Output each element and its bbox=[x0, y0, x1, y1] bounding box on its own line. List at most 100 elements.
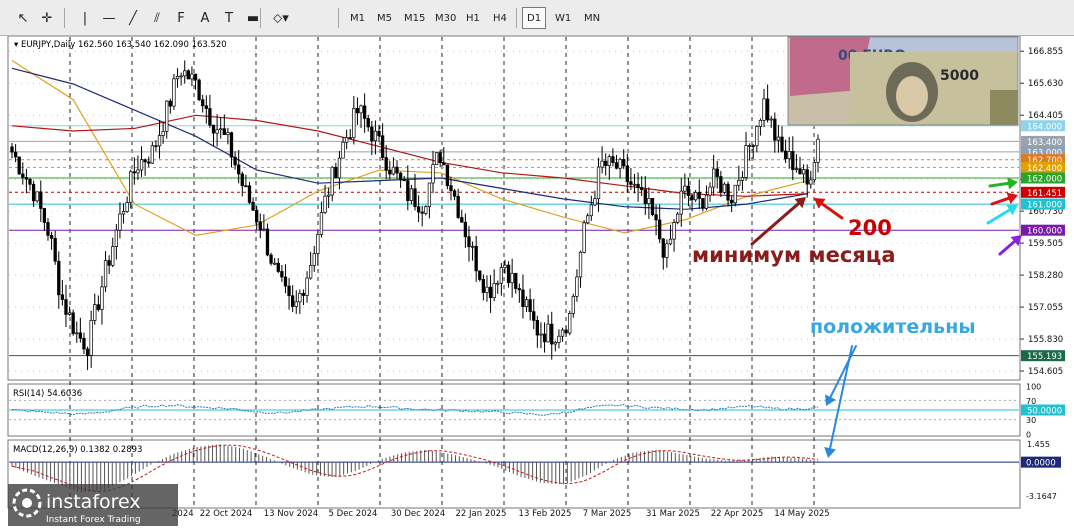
timeframe-mn-button[interactable]: MN bbox=[580, 7, 604, 29]
timeframe-m1-button[interactable]: M1 bbox=[346, 7, 369, 29]
candle-body bbox=[326, 194, 331, 197]
macd-label: MACD(12,26,9) 0.1382 0.2893 bbox=[13, 445, 142, 455]
candle-body bbox=[89, 320, 93, 356]
candle-body bbox=[708, 186, 712, 196]
candle-body bbox=[409, 188, 414, 201]
candle-body bbox=[683, 185, 687, 192]
candle-body bbox=[420, 211, 424, 214]
toolbar-separator bbox=[64, 8, 65, 28]
timeframe-w1-button[interactable]: W1 bbox=[551, 7, 575, 29]
candle-body bbox=[586, 215, 590, 224]
candle-body bbox=[593, 198, 597, 206]
candle-body bbox=[60, 294, 65, 300]
x-axis-date-label: 5 Dec 2024 bbox=[329, 509, 378, 519]
text-icon[interactable]: A bbox=[194, 7, 216, 29]
candle-body bbox=[611, 156, 615, 163]
candle-body bbox=[93, 304, 97, 321]
x-axis-date-label: 14 May 2025 bbox=[774, 509, 829, 519]
x-axis-date-label: 22 Oct 2024 bbox=[200, 509, 253, 519]
candle-body bbox=[17, 156, 21, 175]
candle-body bbox=[438, 152, 442, 163]
crosshair-icon[interactable]: ✛ bbox=[36, 7, 58, 29]
candle-body bbox=[348, 137, 352, 139]
candle-body bbox=[506, 264, 511, 284]
candle-body bbox=[467, 236, 471, 248]
price-level-tag-label: 155.193 bbox=[1027, 352, 1062, 362]
chart-area[interactable]: RSI(14) 54.60361007050.0000300 MACD(12,2… bbox=[0, 36, 1074, 528]
candle-body bbox=[780, 136, 784, 152]
candle-body bbox=[373, 130, 378, 142]
candle-body bbox=[499, 267, 504, 284]
timeframe-d1-button[interactable]: D1 bbox=[522, 7, 547, 29]
timeframe-m15-button[interactable]: M15 bbox=[400, 7, 429, 29]
candle-body bbox=[517, 288, 521, 291]
candle-body bbox=[676, 213, 680, 223]
candle-body bbox=[668, 238, 673, 245]
candle-body bbox=[535, 320, 539, 336]
trendline-icon[interactable]: ╱ bbox=[122, 7, 144, 29]
candle-body bbox=[377, 130, 381, 137]
candle-body bbox=[812, 162, 817, 181]
candle-body bbox=[67, 312, 72, 315]
candle-body bbox=[380, 135, 385, 158]
vertical-line-icon[interactable]: | bbox=[74, 7, 96, 29]
candle-body bbox=[323, 195, 327, 213]
candle-body bbox=[237, 164, 241, 175]
toolbar-separator bbox=[516, 8, 517, 28]
candle-body bbox=[478, 270, 482, 280]
horizontal-line-icon[interactable]: — bbox=[98, 7, 120, 29]
candle-body bbox=[503, 264, 507, 268]
candle-body bbox=[204, 105, 208, 109]
candle-body bbox=[24, 177, 29, 180]
timeframe-h1-button[interactable]: H1 bbox=[462, 7, 484, 29]
candle-body bbox=[201, 99, 205, 107]
candle-body bbox=[103, 260, 108, 288]
cursor-icon[interactable]: ↖ bbox=[12, 7, 34, 29]
yen-banknote-text: 5000 bbox=[940, 68, 979, 84]
timeframe-m5-button[interactable]: M5 bbox=[373, 7, 396, 29]
candle-body bbox=[64, 299, 68, 315]
shapes-icon[interactable]: ⬦▾ bbox=[270, 7, 292, 29]
text-label-icon[interactable]: T bbox=[218, 7, 240, 29]
candle-body bbox=[208, 108, 212, 126]
candle-body bbox=[816, 138, 820, 163]
macd-zero-tag-label: 0.0000 bbox=[1026, 459, 1056, 469]
candle-body bbox=[78, 332, 83, 339]
candle-body bbox=[388, 169, 392, 175]
candle-body bbox=[747, 145, 752, 147]
candle-body bbox=[801, 169, 806, 175]
candle-body bbox=[787, 151, 791, 160]
yen-banknote-edge-shape bbox=[990, 90, 1018, 125]
candle-body bbox=[219, 128, 223, 131]
candle-body bbox=[571, 295, 575, 314]
candle-body bbox=[481, 279, 486, 293]
candle-body bbox=[744, 145, 748, 178]
watermark-brand: instaforex bbox=[46, 491, 141, 513]
candle-body bbox=[719, 176, 723, 193]
candle-body bbox=[111, 246, 115, 266]
fibonacci-icon[interactable]: F bbox=[170, 7, 192, 29]
candle-body bbox=[798, 168, 802, 175]
candle-body bbox=[258, 221, 262, 231]
rsi-axis-tick-label: 0 bbox=[1026, 431, 1031, 440]
x-axis-date-label: 13 Feb 2025 bbox=[519, 509, 572, 519]
candle-body bbox=[557, 335, 561, 343]
candle-body bbox=[366, 118, 370, 128]
candle-body bbox=[147, 161, 151, 164]
timeframe-m30-button[interactable]: M30 bbox=[431, 7, 460, 29]
toolbar-separator bbox=[338, 8, 339, 28]
candle-body bbox=[46, 222, 50, 236]
candle-body bbox=[733, 184, 737, 204]
candle-body bbox=[715, 168, 719, 177]
candle-body bbox=[564, 329, 568, 334]
equidistant-channel-icon[interactable]: ⫽ bbox=[146, 7, 168, 29]
candle-body bbox=[125, 202, 129, 212]
candle-body bbox=[319, 212, 324, 235]
candle-body bbox=[445, 164, 450, 187]
candle-body bbox=[233, 156, 237, 166]
candle-body bbox=[136, 169, 140, 174]
candle-body bbox=[13, 151, 18, 158]
candle-body bbox=[49, 234, 54, 239]
timeframe-h4-button[interactable]: H4 bbox=[489, 7, 511, 29]
candle-body bbox=[434, 152, 439, 165]
